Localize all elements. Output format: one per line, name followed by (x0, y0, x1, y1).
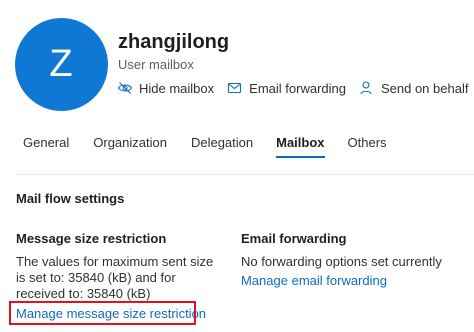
mail-forward-icon (228, 82, 242, 94)
tab-divider (15, 174, 474, 175)
message-size-restriction-text: The values for maximum sent size is set … (16, 254, 214, 301)
tab-organization[interactable]: Organization (93, 135, 167, 163)
email-forwarding-status: No forwarding options set currently (241, 254, 442, 269)
person-icon (360, 81, 372, 95)
tab-delegation[interactable]: Delegation (191, 135, 253, 163)
hide-mailbox-label: Hide mailbox (139, 80, 215, 96)
send-on-behalf-label: Send on behalf (380, 80, 469, 96)
email-forwarding-label: Email forwarding (249, 80, 346, 96)
user-mailbox-panel: Z zhangjilong User mailbox Hide mailbox … (0, 0, 474, 332)
mailbox-type-label: User mailbox (118, 57, 194, 72)
hide-mailbox-button[interactable]: Hide mailbox (117, 80, 214, 96)
mail-flow-settings-heading: Mail flow settings (16, 191, 125, 206)
action-bar: Hide mailbox Email forwarding Send on be… (117, 79, 468, 97)
manage-message-size-restriction-link[interactable]: Manage message size restriction (16, 306, 206, 321)
hide-mailbox-icon (117, 82, 133, 94)
tab-others[interactable]: Others (348, 135, 387, 163)
message-size-restriction-heading: Message size restriction (16, 231, 167, 246)
email-forwarding-button[interactable]: Email forwarding (227, 80, 346, 96)
avatar-initial: Z (49, 43, 74, 85)
email-forwarding-heading: Email forwarding (241, 231, 347, 246)
user-display-name: zhangjilong (118, 31, 230, 53)
manage-email-forwarding-link[interactable]: Manage email forwarding (241, 273, 387, 288)
tab-bar: General Organization Delegation Mailbox … (23, 135, 387, 163)
avatar: Z (15, 18, 108, 111)
tab-mailbox[interactable]: Mailbox (276, 135, 325, 163)
send-on-behalf-button[interactable]: Send on behalf (359, 80, 468, 96)
tab-general[interactable]: General (23, 135, 69, 163)
